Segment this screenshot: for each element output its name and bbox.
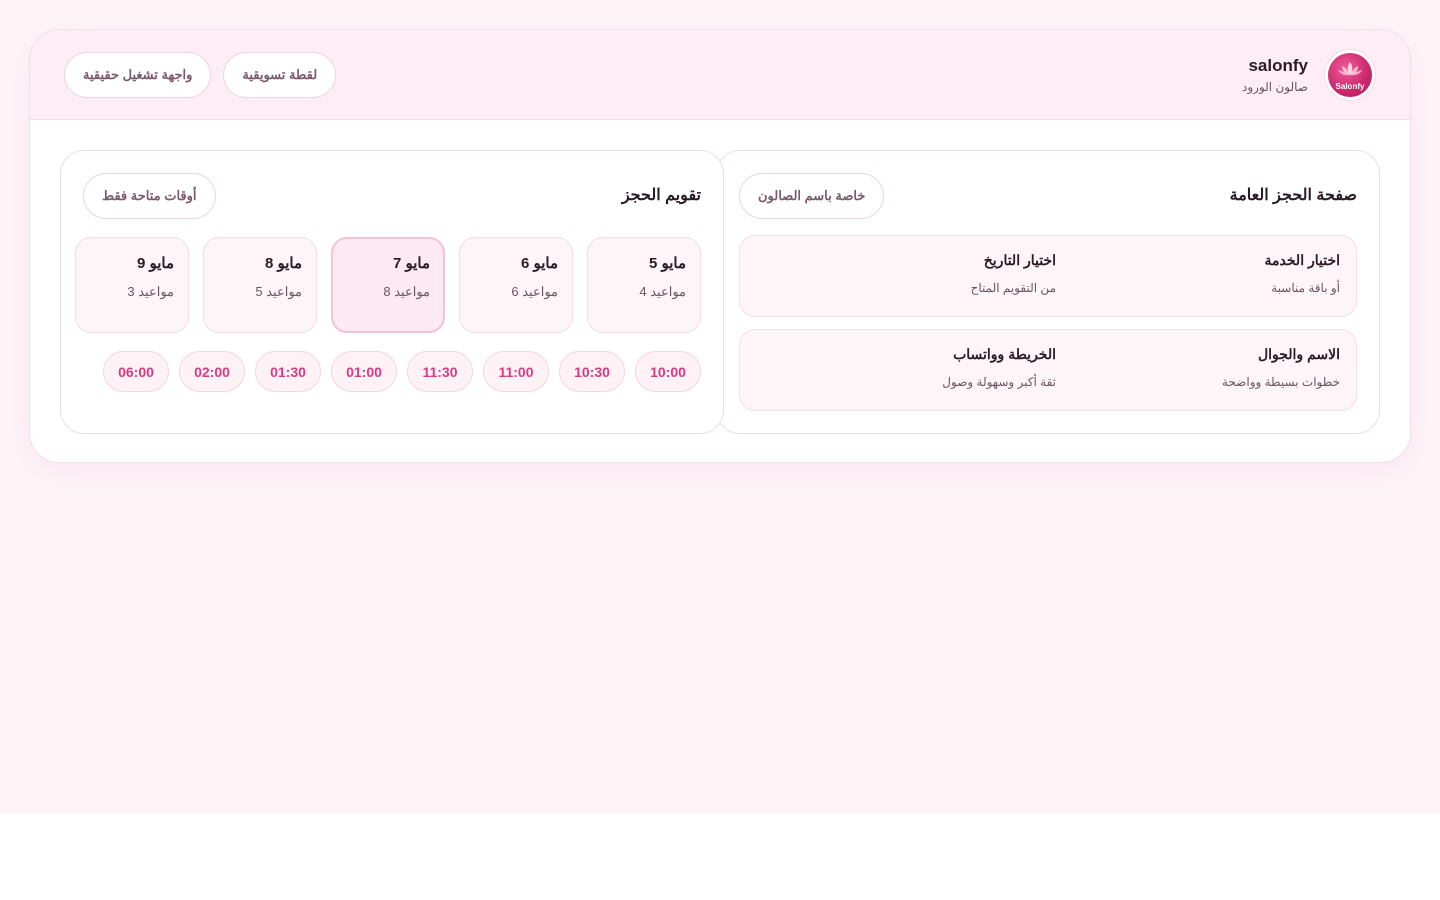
feature-item-service: اختيار الخدمة أو باقة مناسبة — [1265, 252, 1340, 295]
lotus-icon: Salonfy — [1328, 53, 1372, 97]
time-slot[interactable]: 10:00 — [635, 351, 701, 392]
feature-row: الاسم والجوال خطوات بسيطة وواضحة الخريطة… — [739, 329, 1357, 411]
day-date: 7 مايو — [392, 255, 430, 272]
day-card-may-6[interactable]: 6 مايو 6 مواعيد — [459, 237, 573, 333]
feature-item-date: اختيار التاريخ من التقويم المتاح — [971, 252, 1056, 295]
logo-text: Salonfy — [1335, 82, 1365, 91]
day-card-may-5[interactable]: 5 مايو 4 مواعيد — [587, 237, 701, 333]
day-card-may-7-selected[interactable]: 7 مايو 8 مواعيد — [331, 237, 445, 333]
feature-title: اختيار التاريخ — [983, 252, 1056, 268]
booking-page-title: صفحة الحجز العامة — [1229, 187, 1357, 204]
live-ui-pill[interactable]: واجهة تشغيل حقيقية — [64, 52, 212, 98]
app-shell: Salonfy salonfy صالون الورود واجهة تشغيل… — [29, 29, 1411, 463]
brand-name: salonfy — [1248, 56, 1308, 75]
day-slot-count: 3 مواعيد — [127, 284, 174, 299]
booking-page-card: صفحة الحجز العامة خاصة باسم الصالون اختي… — [716, 150, 1380, 434]
feature-title: الاسم والجوال — [1257, 346, 1340, 362]
feature-item-contact: الاسم والجوال خطوات بسيطة وواضحة — [1222, 346, 1340, 389]
time-slot[interactable]: 10:30 — [559, 351, 625, 392]
time-slot[interactable]: 06:00 — [103, 351, 169, 392]
feature-subtitle: خطوات بسيطة وواضحة — [1222, 375, 1340, 389]
day-slot-count: 6 مواعيد — [511, 284, 558, 299]
brand-text: salonfy صالون الورود — [1242, 56, 1308, 94]
marketing-shot-pill[interactable]: لقطة تسويقية — [223, 52, 337, 98]
feature-item-map: الخريطة وواتساب ثقة أكبر وسهولة وصول — [942, 346, 1056, 389]
brand: Salonfy salonfy صالون الورود — [1242, 49, 1376, 101]
day-slot-count: 4 مواعيد — [639, 284, 686, 299]
feature-title: اختيار الخدمة — [1264, 252, 1340, 268]
day-date: 6 مايو — [520, 255, 558, 272]
feature-subtitle: أو باقة مناسبة — [1271, 281, 1340, 295]
day-date: 9 مايو — [136, 255, 174, 272]
time-slot[interactable]: 11:30 — [407, 351, 473, 392]
feature-title: الخريطة وواتساب — [953, 346, 1056, 362]
feature-subtitle: من التقويم المتاح — [970, 281, 1056, 295]
calendar-title: تقويم الحجز — [621, 187, 701, 204]
time-slot[interactable]: 01:00 — [331, 351, 397, 392]
feature-row: اختيار الخدمة أو باقة مناسبة اختيار التا… — [739, 235, 1357, 317]
time-slot[interactable]: 11:00 — [483, 351, 549, 392]
time-slot[interactable]: 02:00 — [179, 351, 245, 392]
day-slot-count: 8 مواعيد — [383, 284, 430, 299]
day-slot-count: 5 مواعيد — [255, 284, 302, 299]
available-only-badge[interactable]: أوقات متاحة فقط — [83, 173, 216, 219]
feature-subtitle: ثقة أكبر وسهولة وصول — [942, 375, 1056, 389]
day-card-may-8[interactable]: 8 مايو 5 مواعيد — [203, 237, 317, 333]
day-date: 8 مايو — [264, 255, 302, 272]
booking-calendar-card: تقويم الحجز أوقات متاحة فقط 5 مايو 4 موا… — [60, 150, 724, 434]
time-slot[interactable]: 01:30 — [255, 351, 321, 392]
brand-subtitle: صالون الورود — [1242, 80, 1308, 94]
header: Salonfy salonfy صالون الورود واجهة تشغيل… — [30, 30, 1410, 120]
time-slot-list: 10:00 10:30 11:00 11:30 01:00 01:30 02:0… — [103, 351, 701, 392]
day-card-may-9[interactable]: 9 مايو 3 مواعيد — [75, 237, 189, 333]
day-list: 5 مايو 4 مواعيد 6 مايو 6 مواعيد 7 مايو 8… — [75, 237, 701, 333]
day-date: 5 مايو — [648, 255, 686, 272]
brand-logo: Salonfy — [1324, 49, 1376, 101]
salon-branded-badge[interactable]: خاصة باسم الصالون — [739, 173, 885, 219]
header-pills: واجهة تشغيل حقيقية لقطة تسويقية — [64, 52, 337, 98]
